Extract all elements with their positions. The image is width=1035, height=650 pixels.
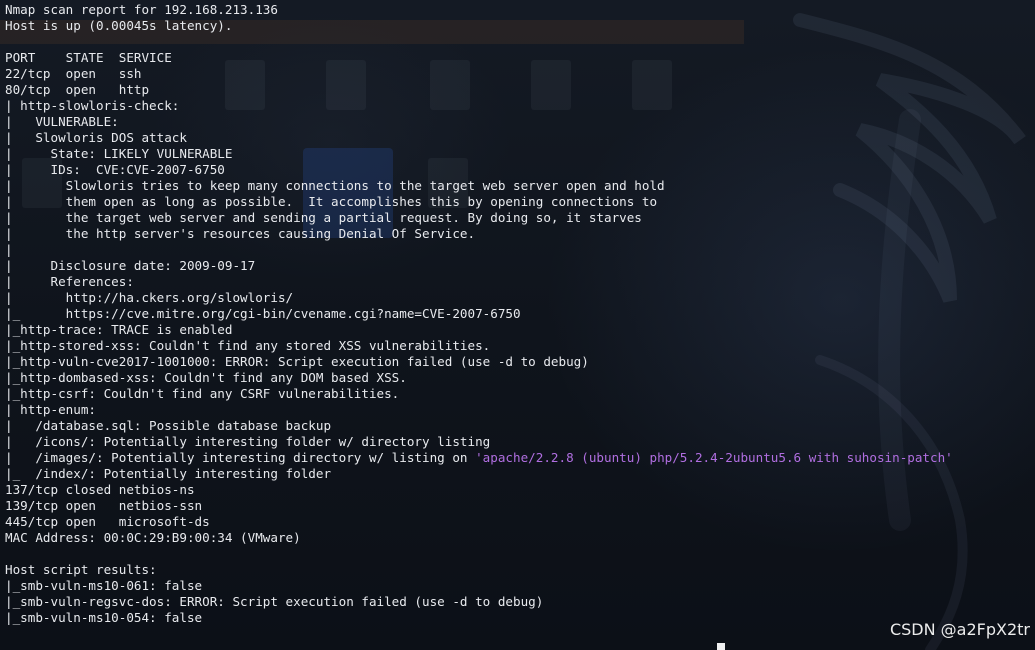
- output-line: | Slowloris tries to keep many connectio…: [5, 178, 665, 193]
- csdn-watermark: CSDN @a2FpX2tr: [889, 620, 1030, 639]
- output-line: 139/tcp open netbios-ssn: [5, 498, 203, 513]
- output-line: 137/tcp closed netbios-ns: [5, 482, 195, 497]
- output-line: | http-slowloris-check:: [5, 98, 180, 113]
- output-line: PORT STATE SERVICE: [5, 50, 172, 65]
- output-line: | State: LIKELY VULNERABLE: [5, 146, 233, 161]
- server-banner-string: 'apache/2.2.8 (ubuntu) php/5.2.4-2ubuntu…: [475, 450, 953, 465]
- output-line: |_smb-vuln-ms10-061: false: [5, 578, 203, 593]
- output-line: | Disclosure date: 2009-09-17: [5, 258, 256, 273]
- output-line: Host is up (0.00045s latency).: [5, 18, 233, 33]
- output-line: | the http server's resources causing De…: [5, 226, 476, 241]
- output-line: |_http-stored-xss: Couldn't find any sto…: [5, 338, 491, 353]
- output-line: | them open as long as possible. It acco…: [5, 194, 658, 209]
- output-line: | the target web server and sending a pa…: [5, 210, 642, 225]
- output-line-text: | /images/: Potentially interesting dire…: [5, 450, 476, 465]
- output-line: [5, 34, 953, 50]
- output-line: | http-enum:: [5, 402, 96, 417]
- terminal-window[interactable]: Nmap scan report for 192.168.213.136 Hos…: [0, 0, 1035, 650]
- output-line: | Slowloris DOS attack: [5, 130, 187, 145]
- output-line: 22/tcp open ssh: [5, 66, 142, 81]
- output-line: | http://ha.ckers.org/slowloris/: [5, 290, 294, 305]
- output-line: |_smb-vuln-ms10-054: false: [5, 610, 203, 625]
- terminal-cursor: [717, 643, 725, 650]
- output-line: |_http-dombased-xss: Couldn't find any D…: [5, 370, 407, 385]
- terminal-output: Nmap scan report for 192.168.213.136 Hos…: [5, 2, 953, 626]
- output-line: | References:: [5, 274, 134, 289]
- output-line: 445/tcp open microsoft-ds: [5, 514, 210, 529]
- output-line: | IDs: CVE:CVE-2007-6750: [5, 162, 225, 177]
- output-line: |_smb-vuln-regsvc-dos: ERROR: Script exe…: [5, 594, 544, 609]
- output-line: | VULNERABLE:: [5, 114, 119, 129]
- output-line: Nmap scan report for 192.168.213.136: [5, 2, 278, 17]
- output-line: | /images/: Potentially interesting dire…: [5, 450, 953, 466]
- output-line: |: [5, 242, 13, 257]
- output-line: | /icons/: Potentially interesting folde…: [5, 434, 491, 449]
- output-line: Host script results:: [5, 562, 157, 577]
- output-line: | /database.sql: Possible database backu…: [5, 418, 332, 433]
- output-line: MAC Address: 00:0C:29:B9:00:34 (VMware): [5, 530, 301, 545]
- output-line: |_ /index/: Potentially interesting fold…: [5, 466, 332, 481]
- output-line: 80/tcp open http: [5, 82, 150, 97]
- output-line: |_ https://cve.mitre.org/cgi-bin/cvename…: [5, 306, 521, 321]
- output-line: |_http-vuln-cve2017-1001000: ERROR: Scri…: [5, 354, 589, 369]
- output-line: |_http-trace: TRACE is enabled: [5, 322, 233, 337]
- output-line: |_http-csrf: Couldn't find any CSRF vuln…: [5, 386, 400, 401]
- output-line: [5, 546, 953, 562]
